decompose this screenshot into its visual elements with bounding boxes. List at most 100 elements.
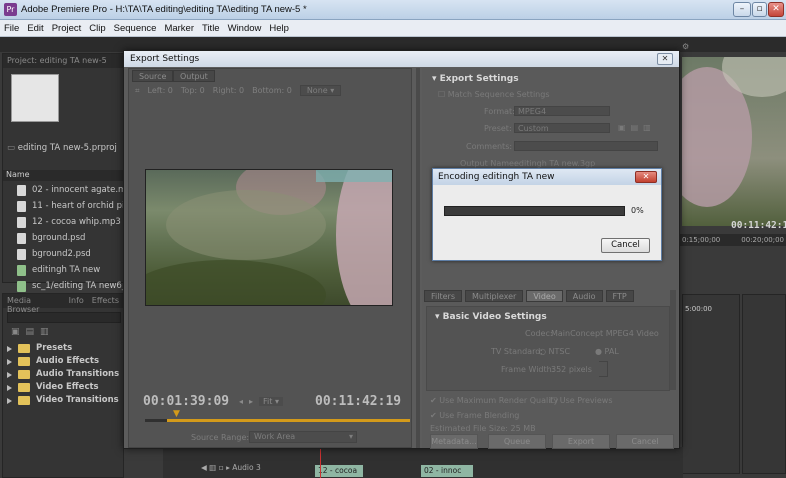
export-dialog-title: Export Settings [124, 51, 679, 67]
export-dialog-close-button[interactable]: ✕ [657, 53, 673, 65]
effects-folder-video-effects[interactable]: Video Effects [7, 381, 99, 394]
tab-info[interactable]: Info [69, 296, 84, 306]
yuv-icon[interactable]: ▥ [40, 327, 49, 337]
new-bin-icon[interactable]: ▣ [11, 327, 20, 337]
tab-source[interactable]: Source [132, 70, 174, 82]
panel-divider[interactable] [416, 68, 420, 448]
delete-preset-icon[interactable]: ▥ [643, 123, 651, 132]
save-preset-icon[interactable]: ▣ [618, 123, 626, 132]
expand-triangle-icon[interactable] [7, 358, 12, 365]
cancel-export-button[interactable]: Cancel [616, 434, 674, 449]
menu-title[interactable]: Title [202, 23, 220, 34]
step-back-icon[interactable]: ◂ [239, 397, 243, 406]
project-item[interactable]: sc_1/editing TA new6_2 [17, 280, 131, 293]
crop-right[interactable]: Right: 0 [213, 86, 244, 95]
crop-top[interactable]: Top: 0 [181, 86, 205, 95]
project-item[interactable]: editingh TA new [17, 264, 100, 277]
timeline-clip[interactable]: 02 - innoc [421, 465, 473, 477]
audio-meters [742, 294, 786, 474]
tab-filters[interactable]: Filters [424, 290, 462, 302]
maximize-button[interactable]: ▫ [752, 2, 767, 17]
project-item[interactable]: bground2.psd [17, 248, 91, 261]
basic-video-header[interactable]: ▾ Basic Video Settings [435, 312, 547, 322]
minimize-button[interactable]: – [733, 2, 751, 17]
aspect-link-icon[interactable] [599, 361, 608, 377]
expand-triangle-icon[interactable] [7, 397, 12, 404]
effects-folder-presets[interactable]: Presets [7, 342, 72, 355]
project-file-name: ▭ editing TA new-5.prproj [7, 143, 117, 153]
frame-blending-checkbox[interactable]: ✔ Use Frame Blending [430, 411, 519, 420]
tab-multiplexer[interactable]: Multiplexer [464, 290, 524, 302]
menu-window[interactable]: Window [228, 23, 262, 34]
export-button[interactable]: Export [552, 434, 610, 449]
expand-triangle-icon[interactable] [7, 371, 12, 378]
menu-marker[interactable]: Marker [164, 23, 194, 34]
match-sequence-checkbox[interactable]: ☐ Match Sequence Settings [438, 90, 550, 99]
effects-folder-audio-transitions[interactable]: Audio Transitions [7, 368, 119, 381]
close-window-button[interactable]: ✕ [768, 2, 784, 17]
menu-sequence[interactable]: Sequence [114, 23, 157, 34]
effects-folder-video-transitions[interactable]: Video Transitions [7, 394, 119, 407]
in-timecode[interactable]: 00:01:39:09 [143, 394, 229, 409]
settings-icon[interactable]: ⚙ [682, 42, 689, 51]
use-previews-checkbox[interactable]: ☐ Use Previews [550, 396, 613, 405]
settings-scrollbar[interactable] [670, 290, 676, 390]
pal-radio[interactable]: ● PAL [595, 347, 619, 356]
crop-toolbar: ⌗ Left: 0 Top: 0 Right: 0 Bottom: 0 None… [135, 85, 342, 96]
menu-project[interactable]: Project [52, 23, 82, 34]
menu-edit[interactable]: Edit [27, 23, 43, 34]
playhead-icon[interactable]: ▼ [173, 409, 180, 419]
tab-media-browser[interactable]: Media Browser [7, 296, 61, 314]
project-item[interactable]: 12 - cocoa whip.mp3 [17, 216, 121, 229]
comments-input[interactable] [514, 141, 658, 151]
project-item-label: editingh TA new [32, 265, 101, 275]
settings-tab-strip: Filters Multiplexer Video Audio FTP [422, 290, 678, 304]
menu-clip[interactable]: Clip [89, 23, 105, 34]
tab-effects[interactable]: Effects [92, 296, 119, 306]
encoding-cancel-button[interactable]: Cancel [601, 238, 650, 253]
project-item[interactable]: bground.psd [17, 232, 85, 245]
queue-button[interactable]: Queue [488, 434, 546, 449]
codec-select[interactable]: MainConcept MPEG4 Video [551, 329, 659, 338]
fit-select[interactable]: Fit ▾ [259, 397, 283, 406]
output-name-link[interactable]: editingh TA new.3gp [514, 159, 595, 168]
preset-select[interactable]: Custom [514, 123, 610, 133]
source-range-select[interactable]: Work Area ▾ [249, 431, 357, 443]
max-render-quality-checkbox[interactable]: ✔ Use Maximum Render Quality [430, 396, 558, 405]
tab-audio[interactable]: Audio [565, 290, 603, 302]
timeline-clip[interactable]: 12 - cocoa [315, 465, 363, 477]
tab-video[interactable]: Video [526, 290, 563, 302]
name-column-header[interactable]: Name [3, 170, 123, 181]
timeline-panel-right: 5:00:00 [682, 294, 740, 474]
encoding-close-button[interactable]: ✕ [635, 171, 657, 183]
effects-folder-audio-effects[interactable]: Audio Effects [7, 355, 99, 368]
crop-bottom[interactable]: Bottom: 0 [252, 86, 292, 95]
work-area-bar[interactable] [167, 419, 410, 422]
expand-triangle-icon[interactable] [7, 384, 12, 391]
project-tab[interactable]: Project: editing TA new-5 [7, 56, 107, 65]
tab-output[interactable]: Output [173, 70, 215, 82]
audio-file-icon [17, 185, 26, 196]
crop-icon[interactable]: ⌗ [135, 86, 140, 96]
import-preset-icon[interactable]: ▤ [631, 123, 639, 132]
effects-search-input[interactable] [7, 312, 121, 323]
expand-triangle-icon[interactable] [7, 345, 12, 352]
project-item[interactable]: 02 - innocent agate.mp3 [17, 184, 137, 197]
project-item-label: 12 - cocoa whip.mp3 [32, 217, 121, 227]
crop-preset-select[interactable]: None ▾ [299, 85, 342, 96]
audio-file-icon [17, 201, 26, 212]
step-forward-icon[interactable]: ▸ [249, 397, 253, 406]
tab-ftp[interactable]: FTP [605, 290, 634, 302]
ntsc-radio[interactable]: ○ NTSC [539, 347, 570, 356]
metadata-button[interactable]: Metadata... [430, 434, 478, 449]
crop-left[interactable]: Left: 0 [148, 86, 173, 95]
project-item[interactable]: 11 - heart of orchid pink [17, 200, 135, 213]
frame-width-value[interactable]: 352 pixels [551, 365, 592, 374]
accelerated-icon[interactable]: ▤ [26, 327, 35, 337]
format-select[interactable]: MPEG4 [514, 106, 610, 116]
menu-help[interactable]: Help [269, 23, 289, 34]
project-item-label: bground.psd [32, 233, 86, 243]
out-timecode[interactable]: 00:11:42:19 [315, 394, 401, 409]
export-settings-header[interactable]: ▾ Export Settings [432, 74, 519, 84]
menu-file[interactable]: File [4, 23, 19, 34]
